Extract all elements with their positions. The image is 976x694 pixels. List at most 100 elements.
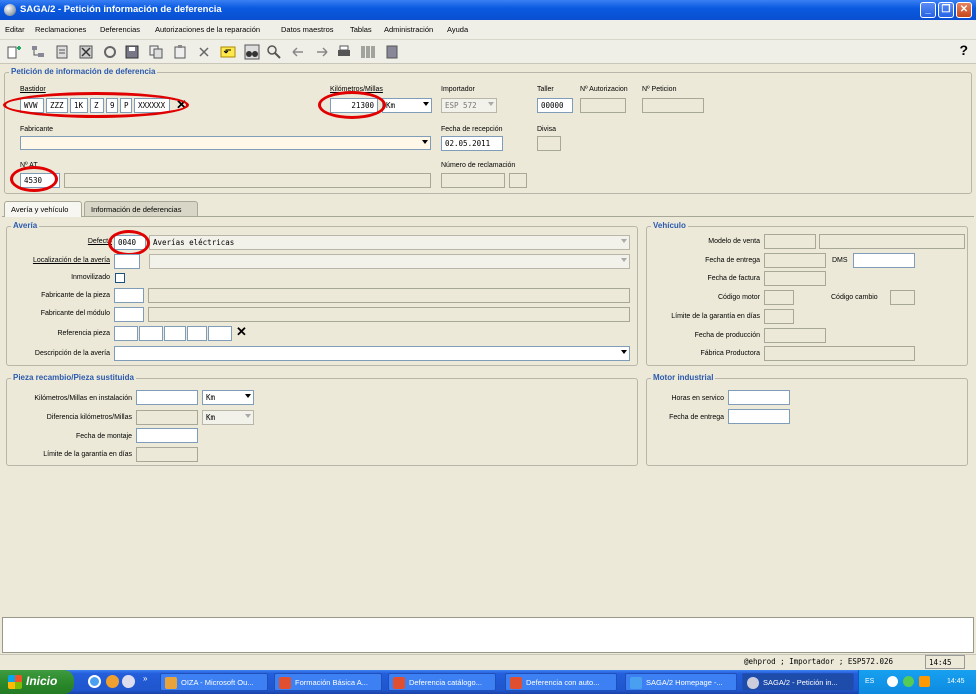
km-instalacion-unit-select[interactable]: Km bbox=[202, 390, 254, 405]
fecha-montaje-input[interactable] bbox=[136, 428, 198, 443]
fecha-recepcion-input[interactable]: 02.05.2011 bbox=[441, 136, 503, 151]
save-icon[interactable] bbox=[124, 44, 140, 60]
ie-icon[interactable] bbox=[88, 675, 101, 688]
refresh-icon[interactable] bbox=[102, 44, 118, 60]
motor-fecha-entrega-input[interactable] bbox=[728, 409, 790, 424]
descripcion-select[interactable] bbox=[114, 346, 630, 361]
clear-bastidor-icon[interactable]: ✕ bbox=[176, 97, 187, 113]
menu-datos-maestros[interactable]: Datos maestros bbox=[281, 25, 334, 34]
taller-label: Taller bbox=[537, 86, 554, 93]
outlook-quick-icon[interactable] bbox=[106, 675, 119, 688]
km-instalacion-unit-value: Km bbox=[206, 393, 216, 402]
tray-app-icon[interactable] bbox=[919, 676, 930, 687]
undo-icon[interactable] bbox=[220, 44, 236, 60]
start-button[interactable]: Inicio bbox=[0, 670, 74, 694]
km-unit-select[interactable]: Km bbox=[382, 98, 432, 113]
copy-icon[interactable] bbox=[148, 44, 164, 60]
arrow-right-icon[interactable] bbox=[314, 44, 330, 60]
pieza-group-title: Pieza recambio/Pieza sustituida bbox=[11, 373, 136, 382]
inmovilizado-checkbox[interactable] bbox=[115, 273, 125, 283]
fabricante-select[interactable] bbox=[20, 136, 431, 150]
task-label: SAGA/2 Homepage -... bbox=[646, 678, 723, 687]
close-button[interactable]: ✕ bbox=[956, 2, 972, 18]
peticion-group-title: Petición de información de deferencia bbox=[9, 67, 158, 76]
localizacion-code-input[interactable] bbox=[114, 254, 140, 269]
taskbar-item-outlook[interactable]: OIZA - Microsoft Ou... bbox=[160, 673, 268, 691]
bastidor-part-6[interactable]: P bbox=[120, 98, 132, 113]
modelo-desc-field bbox=[819, 234, 965, 249]
quicklaunch-more-icon[interactable]: » bbox=[143, 674, 147, 683]
menu-administracion[interactable]: Administración bbox=[384, 25, 433, 34]
desktop-quick-icon[interactable] bbox=[122, 675, 135, 688]
search-icon[interactable] bbox=[266, 44, 282, 60]
fab-modulo-desc bbox=[148, 307, 630, 322]
bastidor-part-1[interactable]: WVW bbox=[20, 98, 44, 113]
task-label: Deferencia catálogo... bbox=[409, 678, 482, 687]
dms-input[interactable] bbox=[853, 253, 915, 268]
minimize-button[interactable]: _ bbox=[920, 2, 936, 18]
tab-informacion-deferencias[interactable]: Información de deferencias bbox=[84, 201, 198, 216]
tray-status-icon[interactable] bbox=[903, 676, 914, 687]
importador-select[interactable]: ESP 572 bbox=[441, 98, 497, 113]
window-title: SAGA/2 - Petición información de deferen… bbox=[20, 4, 222, 15]
new-record-icon[interactable] bbox=[6, 44, 22, 60]
menu-tablas[interactable]: Tablas bbox=[350, 25, 372, 34]
bastidor-part-2[interactable]: ZZZ bbox=[46, 98, 68, 113]
bastidor-part-3[interactable]: 1K bbox=[70, 98, 88, 113]
paste-icon[interactable] bbox=[172, 44, 188, 60]
km-instalacion-input[interactable] bbox=[136, 390, 198, 405]
language-indicator[interactable]: ES bbox=[865, 678, 874, 685]
tab-averia-vehiculo[interactable]: Avería y vehículo bbox=[4, 201, 82, 217]
horas-input[interactable] bbox=[728, 390, 790, 405]
document-icon[interactable] bbox=[54, 44, 70, 60]
taskbar-item-deferencia-catalogo[interactable]: Deferencia catálogo... bbox=[388, 673, 496, 691]
network-icon[interactable] bbox=[887, 676, 898, 687]
taskbar-item-deferencia-auto[interactable]: Deferencia con auto... bbox=[505, 673, 617, 691]
taskbar-item-saga-peticion[interactable]: SAGA/2 - Petición in... bbox=[742, 673, 854, 691]
referencia-part-1[interactable] bbox=[114, 326, 138, 341]
defecto-code-input[interactable]: 0040 bbox=[114, 235, 146, 250]
referencia-part-5[interactable] bbox=[208, 326, 232, 341]
arrow-left-icon[interactable] bbox=[290, 44, 306, 60]
defecto-select[interactable]: Averías eléctricas bbox=[149, 235, 630, 250]
referencia-part-2[interactable] bbox=[139, 326, 163, 341]
menu-reclamaciones[interactable]: Reclamaciones bbox=[35, 25, 86, 34]
referencia-part-3[interactable] bbox=[164, 326, 186, 341]
menu-ayuda[interactable]: Ayuda bbox=[447, 25, 468, 34]
localizacion-select[interactable] bbox=[149, 254, 630, 269]
diferencia-unit-select[interactable]: Km bbox=[202, 410, 254, 425]
diferencia-field bbox=[136, 410, 198, 425]
autorizacion-label: Nº Autorizacion bbox=[580, 86, 628, 93]
localizacion-label: Localización de la avería bbox=[32, 257, 110, 264]
barcode-icon[interactable] bbox=[360, 44, 376, 60]
fab-modulo-input[interactable] bbox=[114, 307, 144, 322]
binoculars-icon[interactable] bbox=[244, 44, 260, 60]
fabricante-label: Fabricante bbox=[20, 126, 54, 133]
menu-deferencias[interactable]: Deferencias bbox=[100, 25, 140, 34]
print-icon[interactable] bbox=[336, 44, 352, 60]
clear-referencia-icon[interactable]: ✕ bbox=[236, 324, 247, 340]
fab-pieza-input[interactable] bbox=[114, 288, 144, 303]
taskbar-item-saga-homepage[interactable]: SAGA/2 Homepage -... bbox=[625, 673, 737, 691]
bastidor-part-4[interactable]: Z bbox=[90, 98, 104, 113]
menu-autorizaciones[interactable]: Autorizaciones de la reparación bbox=[155, 25, 260, 34]
defecto-desc-value: Averías eléctricas bbox=[153, 238, 235, 247]
bastidor-part-5[interactable]: 9 bbox=[106, 98, 118, 113]
cut-icon[interactable] bbox=[196, 44, 212, 60]
taskbar-clock: 14:45 bbox=[947, 678, 965, 685]
restore-button[interactable]: ❐ bbox=[938, 2, 954, 18]
tree-icon[interactable] bbox=[30, 44, 46, 60]
delete-record-icon[interactable] bbox=[78, 44, 94, 60]
help-button[interactable]: ? bbox=[959, 42, 968, 58]
nat-input[interactable]: 4530 bbox=[20, 173, 60, 188]
chevron-down-icon bbox=[423, 102, 429, 106]
modelo-label: Modelo de venta bbox=[708, 238, 760, 245]
bastidor-part-7[interactable]: XXXXXX bbox=[134, 98, 170, 113]
km-input[interactable]: 21300 bbox=[330, 98, 378, 113]
referencia-part-4[interactable] bbox=[187, 326, 207, 341]
taskbar-item-formacion[interactable]: Formación Básica A... bbox=[274, 673, 382, 691]
taller-input[interactable]: 00000 bbox=[537, 98, 573, 113]
km-unit-value: Km bbox=[386, 101, 396, 110]
calculator-icon[interactable] bbox=[384, 44, 400, 60]
menu-editar[interactable]: Editar bbox=[5, 25, 25, 34]
